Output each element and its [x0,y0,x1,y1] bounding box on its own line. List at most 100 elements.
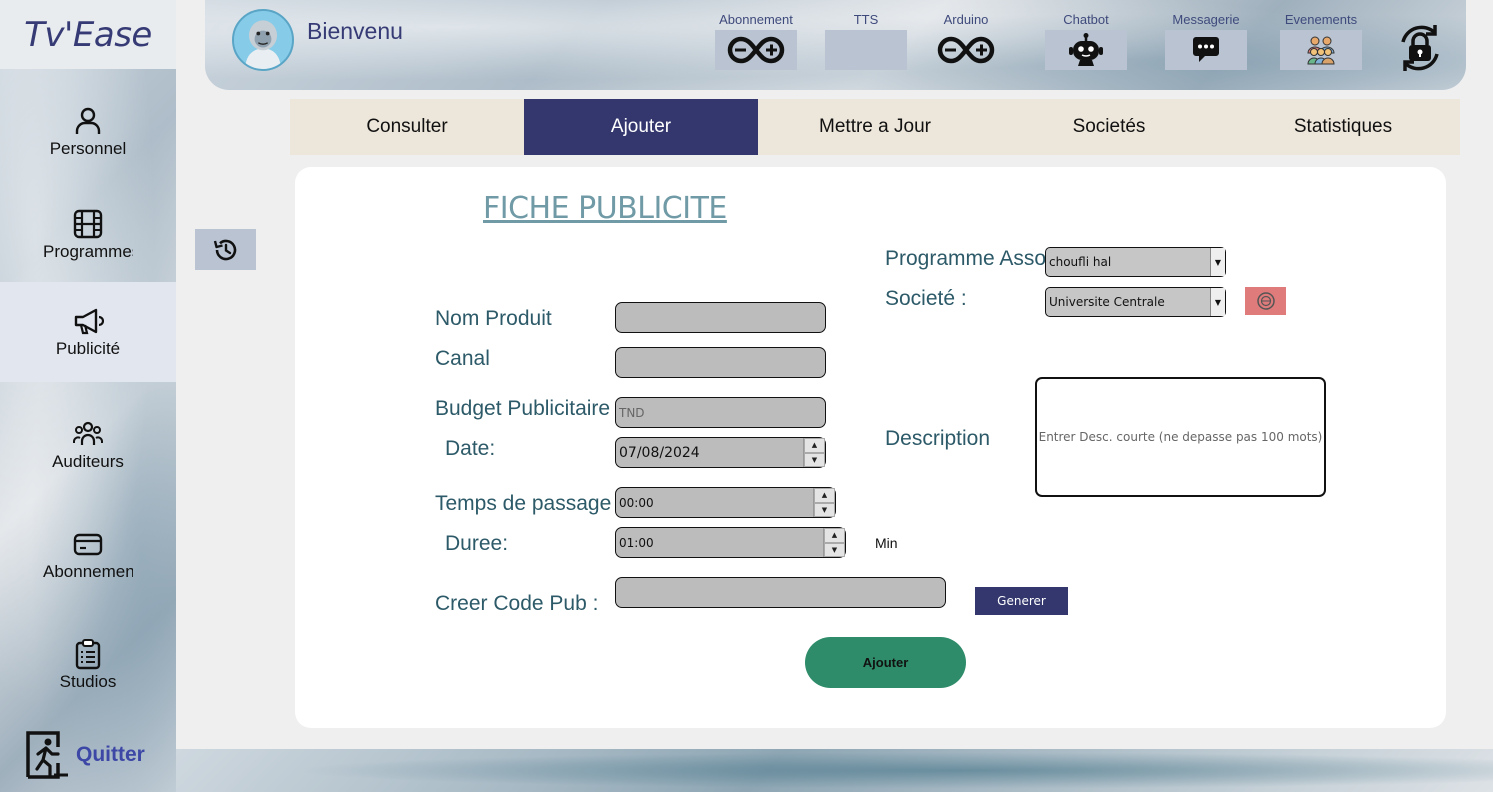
clipboard-list-icon [75,639,101,670]
nav-label: Chatbot [1063,12,1109,27]
budget-input[interactable]: TND [615,397,826,428]
chat-bubble-icon [1193,37,1219,62]
robot-icon [1069,33,1103,66]
sidebar-item-label: Personnel [49,139,127,158]
yeti-avatar-icon [234,11,292,69]
spin-up-icon[interactable]: ▲ [814,488,835,503]
duree-unit: Min [875,535,898,551]
nom-produit-input[interactable] [615,302,826,333]
duree-label: Duree: [445,532,509,555]
nav-label: Evenements [1284,12,1358,27]
brand-logo: Tv'Ease [0,0,176,69]
tab-ajouter[interactable]: Ajouter [524,99,758,155]
history-button[interactable] [195,229,256,270]
nav-arduino-button[interactable] [925,30,1007,70]
tab-societes[interactable]: Societés [992,99,1226,155]
lock-refresh-button[interactable] [1395,22,1445,74]
quit-label: Quitter [76,743,145,766]
nav-chatbot-button[interactable] [1045,30,1127,70]
add-societe-button[interactable] [1245,287,1286,315]
brand-name: Tv'Ease [24,14,152,55]
code-label: Creer Code Pub : [435,592,599,615]
nav-evenements-button[interactable] [1280,30,1362,70]
duree-spinner[interactable]: ▲ ▼ [823,528,845,557]
welcome-text: Bienvenu [307,18,403,44]
temps-value: 00:00 [619,495,654,510]
megaphone-icon [74,308,104,335]
spin-up-icon[interactable]: ▲ [804,438,825,453]
date-label: Date: [445,437,496,460]
film-icon [73,209,103,239]
sidebar-item-auditeurs[interactable]: Auditeurs [0,395,176,495]
chevron-down-icon[interactable]: ▼ [1210,248,1225,276]
date-picker[interactable]: 07/08/2024 ▲ ▼ [615,437,826,468]
sidebar-item-label: Studios [59,672,117,691]
sidebar-item-label: Programmes [43,242,133,261]
temps-spinner[interactable]: ▲ ▼ [813,488,835,517]
sidebar-item-programmes[interactable]: Programmes [0,185,176,285]
spin-down-icon[interactable]: ▼ [824,542,845,557]
nav-arduino[interactable]: Arduino [925,12,1007,70]
sidebar-item-personnel[interactable]: Personnel [0,82,176,182]
programme-select[interactable]: choufli hal ▼ [1045,247,1226,277]
date-value: 07/08/2024 [619,444,700,461]
nav-label: TTS [853,12,879,27]
users-icon [73,421,103,445]
exit-door-icon [26,731,68,779]
canal-input[interactable] [615,347,826,378]
budget-label: Budget Publicitaire [435,397,611,420]
code-input[interactable] [615,577,946,608]
lock-refresh-icon [1401,25,1439,71]
sidebar-item-abonnements[interactable]: Abonnements [0,505,176,605]
sidebar-item-publicite[interactable]: Publicité [0,282,176,382]
sidebar-item-label: Abonnements [43,562,133,581]
society-icon [1256,292,1275,310]
nav-tts-button[interactable] [825,30,907,70]
nav-label: Messagerie [1172,12,1240,27]
description-textarea[interactable]: Entrer Desc. courte (ne depasse pas 100 … [1035,377,1326,497]
spin-up-icon[interactable]: ▲ [824,528,845,543]
tab-statistiques[interactable]: Statistiques [1226,99,1460,155]
nav-label: Abonnement [719,12,793,27]
chevron-down-icon[interactable]: ▼ [1210,288,1225,316]
quit-button[interactable]: Quitter [0,718,176,792]
form-title: FICHE PUBLICITE [483,191,727,226]
duree-input[interactable]: 01:00 ▲ ▼ [615,527,846,558]
sidebar-item-label: Publicité [55,339,121,358]
programme-label: Programme Associé [885,247,1055,270]
nav-tts[interactable]: TTS [825,12,907,70]
nav-chatbot[interactable]: Chatbot [1045,12,1127,70]
sidebar: Tv'Ease Personnel Programmes Publicité A… [0,0,176,792]
tab-consulter[interactable]: Consulter [290,99,524,155]
canal-label: Canal [435,347,490,370]
avatar[interactable] [232,9,294,71]
description-label: Description [885,427,991,450]
tab-mettre-a-jour[interactable]: Mettre a Jour [758,99,992,155]
nav-label: Arduino [943,12,989,27]
nom-produit-label: Nom Produit [435,307,552,330]
temps-input[interactable]: 00:00 ▲ ▼ [615,487,836,518]
person-icon [75,107,101,134]
group-icon [1307,36,1335,65]
tab-bar: Consulter Ajouter Mettre a Jour Societés… [290,99,1460,155]
programme-value: choufli hal [1049,255,1112,269]
history-icon [213,239,236,260]
sidebar-item-label: Auditeurs [52,452,124,471]
date-spinner[interactable]: ▲ ▼ [803,438,825,467]
nav-messagerie-button[interactable] [1165,30,1247,70]
spin-down-icon[interactable]: ▼ [814,502,835,517]
form-card: FICHE PUBLICITE Nom Produit Canal Budget… [295,167,1446,728]
sidebar-item-studios[interactable]: Studios [0,615,176,715]
spin-down-icon[interactable]: ▼ [804,452,825,467]
nav-abonnement-button[interactable] [715,30,797,70]
add-button[interactable]: Ajouter [805,637,966,688]
arduino-icon [937,36,995,64]
nav-abonnement[interactable]: Abonnement [715,12,797,70]
bottom-strip [176,749,1493,792]
card-icon [73,533,103,556]
nav-messagerie[interactable]: Messagerie [1165,12,1247,70]
generate-button[interactable]: Generer [975,587,1068,615]
nav-evenements[interactable]: Evenements [1280,12,1362,70]
societe-select[interactable]: Universite Centrale ▼ [1045,287,1226,317]
arduino-icon [727,36,785,64]
